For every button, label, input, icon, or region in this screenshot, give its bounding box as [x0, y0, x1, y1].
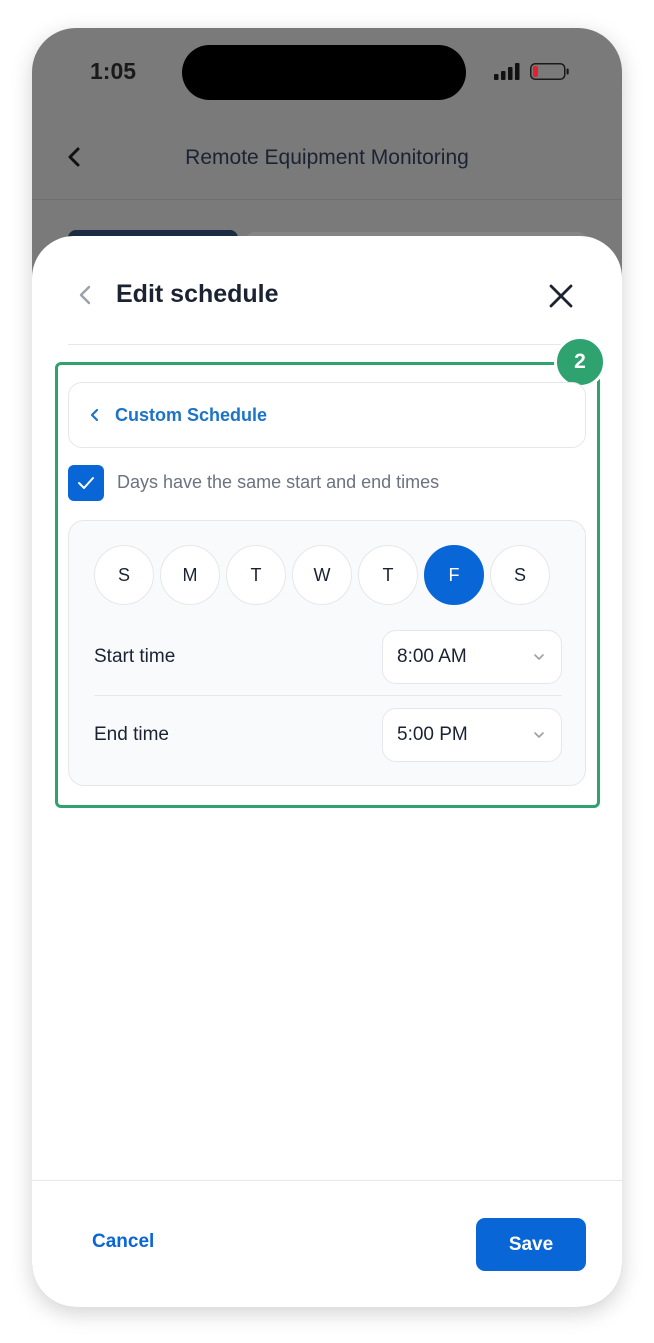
day-button-monday[interactable]: M — [160, 545, 220, 605]
start-time-select[interactable]: 8:00 AM — [382, 630, 562, 684]
day-button-wednesday[interactable]: W — [292, 545, 352, 605]
time-divider — [94, 695, 562, 696]
close-icon[interactable] — [548, 283, 574, 309]
signal-icon — [494, 63, 520, 80]
same-times-label: Days have the same start and end times — [117, 472, 440, 492]
phone-frame: 1:05 Remote Equipment Monitoring Edit sc… — [32, 28, 622, 1307]
day-time-panel: S M T W T F S Start time 8:00 AM End tim… — [68, 520, 586, 786]
custom-schedule-label: Custom Schedule — [115, 404, 268, 425]
end-time-row: End time 5:00 PM — [94, 707, 562, 763]
end-time-value: 5:00 PM — [397, 724, 468, 745]
day-button-friday[interactable]: F — [424, 545, 484, 605]
day-button-sunday[interactable]: S — [94, 545, 154, 605]
dynamic-island — [182, 45, 466, 100]
chevron-down-icon — [534, 732, 544, 738]
end-time-select[interactable]: 5:00 PM — [382, 708, 562, 762]
custom-schedule-button[interactable]: Custom Schedule — [68, 382, 586, 448]
step-badge: 2 — [554, 336, 606, 388]
chevron-left-icon — [90, 408, 99, 422]
day-button-thursday[interactable]: T — [358, 545, 418, 605]
cancel-button[interactable]: Cancel — [92, 1231, 154, 1253]
sheet-back-icon[interactable] — [78, 284, 92, 306]
day-button-tuesday[interactable]: T — [226, 545, 286, 605]
end-time-label: End time — [94, 724, 169, 745]
battery-icon — [530, 63, 569, 80]
same-times-checkbox[interactable] — [68, 465, 104, 501]
chevron-down-icon — [534, 654, 544, 660]
start-time-label: Start time — [94, 646, 176, 667]
check-icon — [78, 477, 94, 489]
status-time: 1:05 — [90, 58, 137, 84]
start-time-row: Start time 8:00 AM — [94, 629, 562, 685]
start-time-value: 8:00 AM — [397, 646, 467, 667]
save-button[interactable]: Save — [476, 1218, 586, 1271]
day-button-saturday[interactable]: S — [490, 545, 550, 605]
sheet-divider — [68, 344, 586, 345]
sheet-title: Edit schedule — [116, 280, 279, 308]
header-divider — [32, 199, 622, 200]
screen-title: Remote Equipment Monitoring — [185, 146, 469, 169]
day-selector: S M T W T F S — [94, 545, 550, 605]
edit-schedule-sheet: Edit schedule 2 Custom Schedule Days hav… — [32, 236, 622, 1307]
footer-divider — [32, 1180, 622, 1181]
